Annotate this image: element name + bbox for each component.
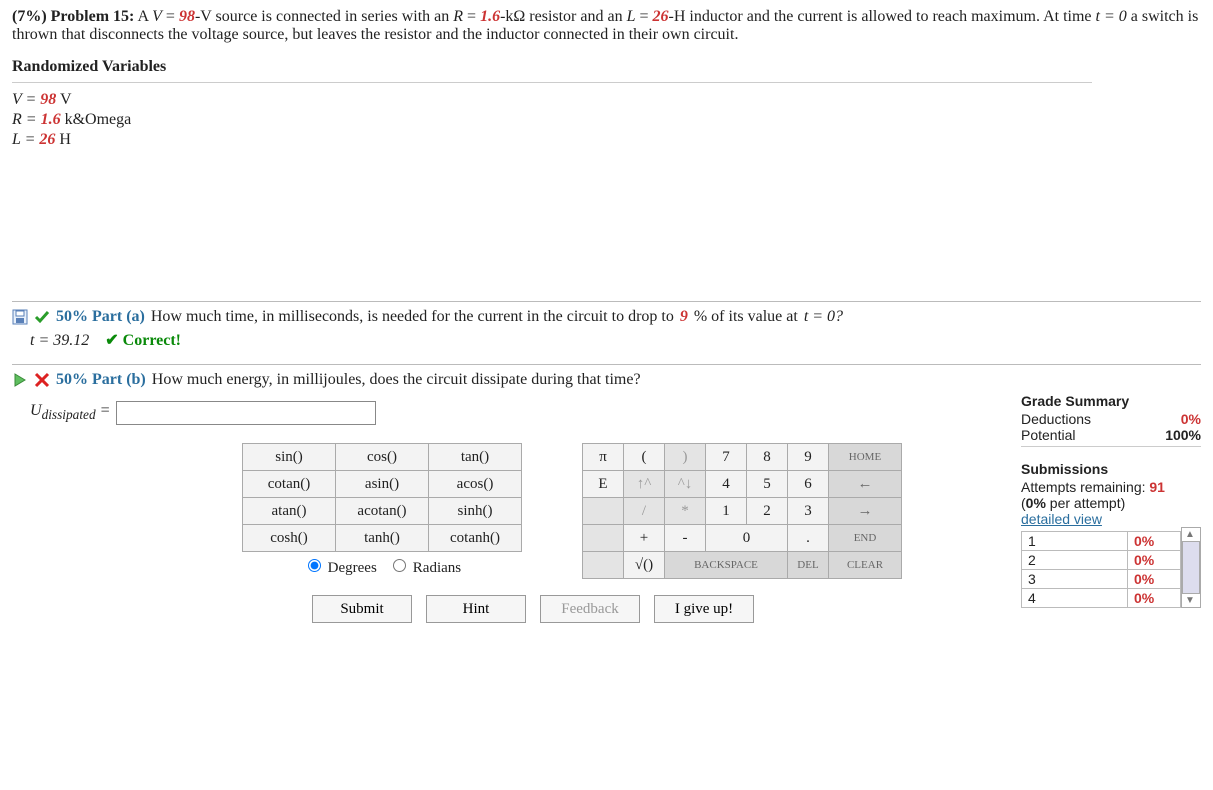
- function-pad: sin() cos() tan() cotan() asin() acos() …: [242, 443, 522, 577]
- key-sup[interactable]: ↑^: [624, 471, 665, 498]
- scroll-up-icon[interactable]: ▲: [1182, 528, 1198, 541]
- key-home[interactable]: HOME: [829, 444, 902, 471]
- key-6[interactable]: 6: [788, 471, 829, 498]
- key-pi[interactable]: π: [583, 444, 624, 471]
- table-row: 30%: [1022, 570, 1181, 589]
- key-8[interactable]: 8: [747, 444, 788, 471]
- key-cotan[interactable]: cotan(): [243, 471, 336, 498]
- key-cos[interactable]: cos(): [336, 444, 429, 471]
- key-cosh[interactable]: cosh(): [243, 525, 336, 552]
- angle-mode: Degrees Radians: [242, 552, 522, 577]
- play-icon: [12, 372, 28, 388]
- key-sin[interactable]: sin(): [243, 444, 336, 471]
- submissions-title: Submissions: [1021, 461, 1201, 477]
- key-3[interactable]: 3: [788, 498, 829, 525]
- key-backspace[interactable]: BACKSPACE: [665, 552, 788, 579]
- x-icon: [34, 372, 50, 388]
- check-icon: [34, 309, 50, 325]
- problem-weight: (7%) Problem 15:: [12, 8, 134, 25]
- answer-row: Udissipated =: [12, 393, 1021, 425]
- key-9[interactable]: 9: [788, 444, 829, 471]
- key-blank1: [583, 498, 624, 525]
- key-rparen[interactable]: ): [665, 444, 706, 471]
- key-acos[interactable]: acos(): [429, 471, 522, 498]
- key-lparen[interactable]: (: [624, 444, 665, 471]
- key-left[interactable]: ←: [829, 471, 902, 498]
- grade-panel: Grade Summary Deductions0% Potential100%…: [1021, 393, 1201, 608]
- key-7[interactable]: 7: [706, 444, 747, 471]
- key-E[interactable]: E: [583, 471, 624, 498]
- key-tanh[interactable]: tanh(): [336, 525, 429, 552]
- key-mul[interactable]: *: [665, 498, 706, 525]
- grade-summary-title: Grade Summary: [1021, 393, 1201, 409]
- key-dot[interactable]: .: [788, 525, 829, 552]
- key-del[interactable]: DEL: [788, 552, 829, 579]
- giveup-button[interactable]: I give up!: [654, 595, 754, 623]
- key-clear[interactable]: CLEAR: [829, 552, 902, 579]
- key-blank3: [583, 552, 624, 579]
- hint-button[interactable]: Hint: [426, 595, 526, 623]
- radians-radio[interactable]: Radians: [388, 560, 461, 576]
- feedback-button[interactable]: Feedback: [540, 595, 640, 623]
- key-div[interactable]: /: [624, 498, 665, 525]
- key-1[interactable]: 1: [706, 498, 747, 525]
- number-pad: π ( ) 7 8 9 HOME E ↑^ ^↓ 4 5 6 ← / *: [582, 443, 902, 579]
- key-5[interactable]: 5: [747, 471, 788, 498]
- key-acotan[interactable]: acotan(): [336, 498, 429, 525]
- key-4[interactable]: 4: [706, 471, 747, 498]
- var-R: R = 1.6 k&Omega: [12, 111, 1201, 129]
- action-buttons: Submit Hint Feedback I give up!: [12, 579, 1021, 623]
- part-a-label: 50% Part (a): [56, 308, 145, 326]
- part-a-header: 50% Part (a) How much time, in milliseco…: [12, 301, 1201, 330]
- key-tan[interactable]: tan(): [429, 444, 522, 471]
- key-sinh[interactable]: sinh(): [429, 498, 522, 525]
- answer-input[interactable]: [116, 401, 376, 425]
- divider: [12, 82, 1092, 83]
- answer-variable: Udissipated =: [30, 402, 110, 423]
- var-L: L = 26 H: [12, 131, 1201, 149]
- problem-statement: (7%) Problem 15: A V = 98-V source is co…: [12, 8, 1201, 44]
- key-2[interactable]: 2: [747, 498, 788, 525]
- part-b-label: 50% Part (b): [56, 371, 146, 389]
- detailed-view-link[interactable]: detailed view: [1021, 511, 1201, 527]
- var-V: V = 98 V: [12, 91, 1201, 109]
- table-row: 40%: [1022, 589, 1181, 608]
- correct-label: ✔ Correct!: [105, 332, 181, 349]
- scroll-down-icon[interactable]: ▼: [1182, 594, 1198, 607]
- key-asin[interactable]: asin(): [336, 471, 429, 498]
- key-end[interactable]: END: [829, 525, 902, 552]
- table-row: 20%: [1022, 551, 1181, 570]
- submissions-table: 10% 20% 30% 40%: [1021, 531, 1181, 608]
- submit-button[interactable]: Submit: [312, 595, 412, 623]
- degrees-radio[interactable]: Degrees: [303, 560, 377, 576]
- save-icon: [12, 309, 28, 325]
- scrollbar[interactable]: [1182, 541, 1200, 594]
- key-atan[interactable]: atan(): [243, 498, 336, 525]
- key-sub[interactable]: ^↓: [665, 471, 706, 498]
- key-0[interactable]: 0: [706, 525, 788, 552]
- table-row: 10%: [1022, 532, 1181, 551]
- key-right[interactable]: →: [829, 498, 902, 525]
- part-b-header: 50% Part (b) How much energy, in millijo…: [12, 364, 1201, 393]
- key-minus[interactable]: -: [665, 525, 706, 552]
- randomized-variables-title: Randomized Variables: [12, 58, 1201, 76]
- part-a-answer: t = 39.12 ✔ Correct!: [12, 330, 1201, 350]
- key-plus[interactable]: +: [624, 525, 665, 552]
- key-sqrt[interactable]: √(): [624, 552, 665, 579]
- key-blank2: [583, 525, 624, 552]
- key-cotanh[interactable]: cotanh(): [429, 525, 522, 552]
